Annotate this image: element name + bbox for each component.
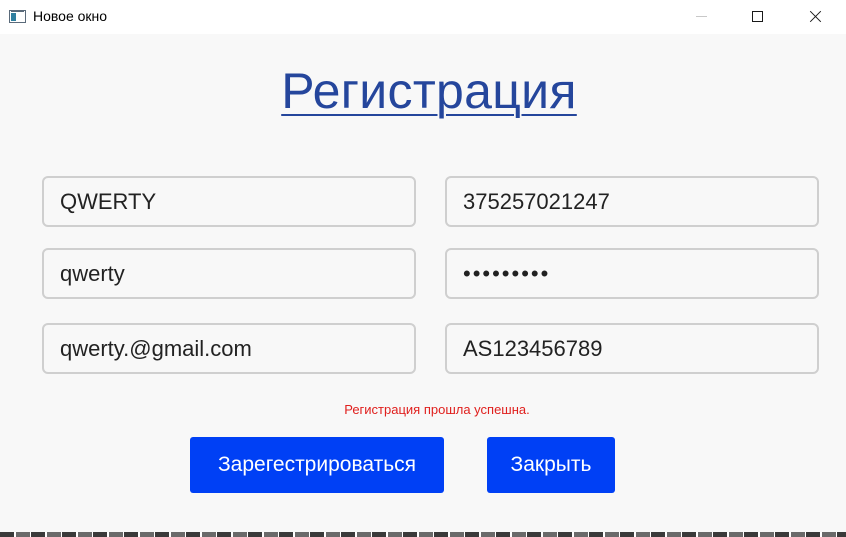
app-window: Новое окно Регистрация Регистрация прошл… — [0, 0, 846, 537]
close-window-button[interactable] — [792, 0, 838, 33]
name-field[interactable] — [42, 248, 416, 299]
passport-field[interactable] — [445, 323, 819, 374]
phone-field[interactable] — [445, 176, 819, 227]
register-button[interactable]: Зарегестрироваться — [190, 437, 444, 493]
close-button[interactable]: Закрыть — [487, 437, 615, 493]
minimize-icon — [695, 16, 707, 17]
maximize-button[interactable] — [734, 0, 780, 33]
window-app-icon — [9, 10, 26, 23]
window-title: Новое окно — [33, 8, 108, 24]
password-field[interactable] — [445, 248, 819, 299]
email-field[interactable] — [42, 323, 416, 374]
page-title[interactable]: Регистрация — [0, 62, 846, 120]
status-message: Регистрация прошла успешна. — [344, 402, 530, 417]
close-icon — [809, 10, 822, 23]
login-field[interactable] — [42, 176, 416, 227]
title-bar[interactable]: Новое окно — [0, 0, 846, 34]
maximize-icon — [751, 11, 763, 22]
registration-form: Регистрация Регистрация прошла успешна. … — [0, 34, 846, 537]
minimize-button[interactable] — [678, 0, 724, 33]
window-bottom-edge — [0, 532, 846, 537]
